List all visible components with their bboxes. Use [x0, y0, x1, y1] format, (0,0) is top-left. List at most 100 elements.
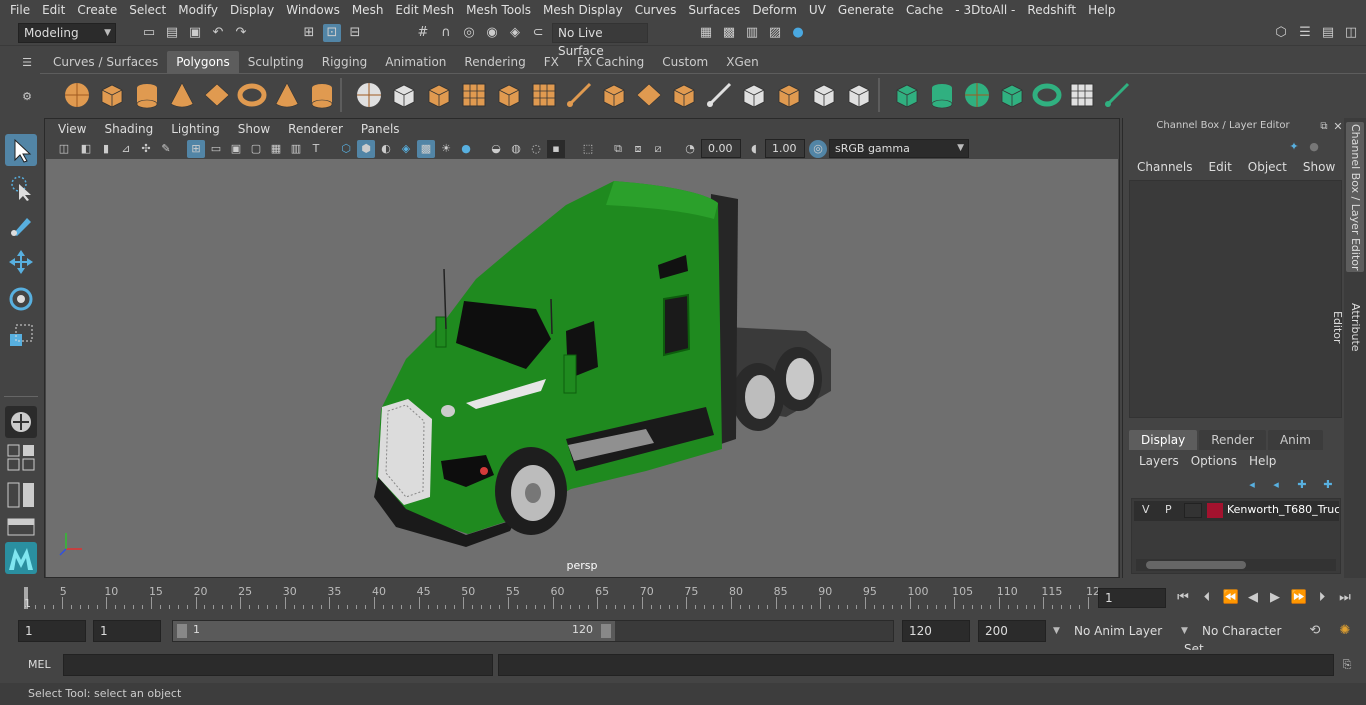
time-ruler[interactable]: 1 5 10 15 20 25 30 35 40 45 50 55 60 65 70 75 80 85 90 95 10…	[20, 583, 1100, 611]
layer-tab-render[interactable]: Render	[1199, 430, 1266, 450]
playback-end-field[interactable]: 120	[902, 620, 970, 642]
go-to-start-icon[interactable]: ⏮	[1174, 589, 1192, 607]
go-to-end-icon[interactable]: ⏭	[1336, 589, 1354, 607]
command-input[interactable]	[63, 654, 493, 676]
attribute-editor-toggle-icon[interactable]: ▤	[1319, 24, 1337, 42]
grid-toggle-icon[interactable]: ⊞	[187, 140, 205, 158]
shelf-torus-icon[interactable]	[237, 80, 267, 110]
gate-mask-icon[interactable]: ▢	[247, 140, 265, 158]
menu-curves[interactable]: Curves	[629, 0, 683, 20]
shelf-sphere-icon[interactable]	[62, 80, 92, 110]
xray-icon[interactable]: ⬚	[579, 140, 597, 158]
gamma-field[interactable]: 1.00	[765, 139, 805, 158]
range-start-handle[interactable]	[177, 624, 187, 638]
shelf-tab-rendering[interactable]: Rendering	[455, 51, 534, 73]
current-frame-field[interactable]: 1	[1098, 588, 1166, 608]
tool-settings-toggle-icon[interactable]: ◫	[1342, 24, 1360, 42]
menu-edit-mesh[interactable]: Edit Mesh	[389, 0, 460, 20]
gamma-icon[interactable]: ◖	[745, 140, 763, 158]
panel-menu-view[interactable]: View	[49, 122, 95, 136]
layer-tab-anim[interactable]: Anim	[1267, 430, 1323, 450]
wireframe-icon[interactable]: ⬡	[337, 140, 355, 158]
menu-generate[interactable]: Generate	[832, 0, 900, 20]
character-set-dropdown[interactable]: ▼ No Character Set	[1178, 621, 1300, 656]
snap-live-icon[interactable]: ◈	[506, 24, 524, 42]
select-by-hierarchy-icon[interactable]: ⊞	[300, 24, 318, 42]
save-scene-icon[interactable]: ▣	[186, 24, 204, 42]
tab-attribute-editor[interactable]: Attribute Editor	[1331, 286, 1364, 368]
paint-select-tool-icon[interactable]	[5, 208, 37, 240]
script-editor-icon[interactable]: ⎘	[1338, 656, 1356, 674]
shelf-uv-layout-icon[interactable]	[1102, 80, 1132, 110]
shelf-multi-cut-icon[interactable]	[704, 80, 734, 110]
snap-grid-icon[interactable]: #	[414, 24, 432, 42]
safe-title-icon[interactable]: T	[307, 140, 325, 158]
menu-mesh-display[interactable]: Mesh Display	[537, 0, 629, 20]
menu-surfaces[interactable]: Surfaces	[682, 0, 746, 20]
shelf-menu-icon[interactable]: ☰	[18, 54, 36, 72]
menu-display[interactable]: Display	[224, 0, 280, 20]
safe-action-icon[interactable]: ▥	[287, 140, 305, 158]
rotate-tool-icon[interactable]	[5, 283, 37, 315]
layer-template-toggle[interactable]	[1184, 503, 1202, 518]
menu-windows[interactable]: Windows	[280, 0, 346, 20]
xray-components-icon[interactable]: ⧈	[629, 140, 647, 158]
mode-dropdown[interactable]: Modeling ▼	[18, 23, 116, 43]
range-handle-bar[interactable]: 1 120	[173, 621, 615, 641]
auto-key-icon[interactable]: ⟲	[1306, 622, 1324, 640]
ipr-render-icon[interactable]: ▥	[743, 24, 761, 42]
layer-menu-help[interactable]: Help	[1243, 454, 1282, 468]
screen-space-ao-icon[interactable]: ●	[457, 140, 475, 158]
scrollbar-thumb[interactable]	[1146, 561, 1246, 569]
select-by-component-icon[interactable]: ⊟	[346, 24, 364, 42]
playback-start-field[interactable]: 1	[93, 620, 161, 642]
channel-box-menu-channels[interactable]: Channels	[1129, 160, 1201, 174]
menu-deform[interactable]: Deform	[746, 0, 803, 20]
channel-box-key-icon[interactable]: ✦	[1285, 138, 1303, 156]
snap-view-plane-icon[interactable]: ◉	[483, 24, 501, 42]
move-tool-icon[interactable]	[5, 246, 37, 278]
select-camera-icon[interactable]: ◫	[55, 140, 73, 158]
viewport-3d[interactable]: persp	[46, 159, 1118, 577]
shelf-cylinder-icon[interactable]	[132, 80, 162, 110]
wireframe-on-shaded-icon[interactable]: ◐	[377, 140, 395, 158]
last-tool-icon[interactable]	[5, 406, 37, 438]
menu-cache[interactable]: Cache	[900, 0, 949, 20]
shelf-edge-loop-icon[interactable]	[774, 80, 804, 110]
layer-horizontal-scrollbar[interactable]	[1136, 559, 1336, 571]
shelf-reduce-icon[interactable]	[494, 80, 524, 110]
layer-row[interactable]: V P Kenworth_T680_Truck_	[1134, 501, 1339, 521]
live-surface-field[interactable]: No Live Surface	[552, 23, 648, 58]
menu-select[interactable]: Select	[123, 0, 172, 20]
create-empty-layer-icon[interactable]: ✚	[1293, 476, 1311, 494]
select-tool-icon[interactable]	[5, 134, 37, 166]
image-plane-icon[interactable]: ⊿	[117, 140, 135, 158]
isolate-select-icon[interactable]: ▪	[547, 140, 565, 158]
layer-color-swatch[interactable]	[1207, 503, 1223, 518]
menu-edit[interactable]: Edit	[36, 0, 71, 20]
panel-menu-shading[interactable]: Shading	[95, 122, 162, 136]
layer-name[interactable]: Kenworth_T680_Truck_	[1227, 503, 1339, 516]
two-d-pan-zoom-icon[interactable]: ✣	[137, 140, 155, 158]
step-forward-key-icon[interactable]: ⏩	[1290, 589, 1308, 607]
menu-create[interactable]: Create	[71, 0, 123, 20]
layer-playback-toggle[interactable]: P	[1165, 503, 1172, 516]
scene-end-field[interactable]: 200	[978, 620, 1046, 642]
grease-pencil-icon[interactable]: ✎	[157, 140, 175, 158]
step-forward-frame-icon[interactable]: ⏵	[1313, 589, 1331, 607]
color-management-icon[interactable]: ◎	[809, 140, 827, 158]
anim-layer-dropdown[interactable]: ▼ No Anim Layer	[1050, 621, 1170, 641]
step-back-frame-icon[interactable]: ⏴	[1198, 589, 1216, 607]
shelf-append-icon[interactable]	[669, 80, 699, 110]
shelf-uv-auto-icon[interactable]	[997, 80, 1027, 110]
shelf-uv-checker-icon[interactable]	[1067, 80, 1097, 110]
select-by-object-icon[interactable]: ⊡	[323, 24, 341, 42]
panel-menu-renderer[interactable]: Renderer	[279, 122, 352, 136]
shelf-extrude-icon[interactable]	[599, 80, 629, 110]
shelf-target-weld-icon[interactable]	[739, 80, 769, 110]
channel-box-menu-object[interactable]: Object	[1240, 160, 1295, 174]
step-back-key-icon[interactable]: ⏪	[1222, 589, 1240, 607]
layout-two-panes-icon[interactable]	[5, 480, 37, 510]
tab-channel-box-layer-editor[interactable]: Channel Box / Layer Editor	[1346, 122, 1364, 272]
move-layer-up-icon[interactable]: ◂	[1243, 476, 1261, 494]
